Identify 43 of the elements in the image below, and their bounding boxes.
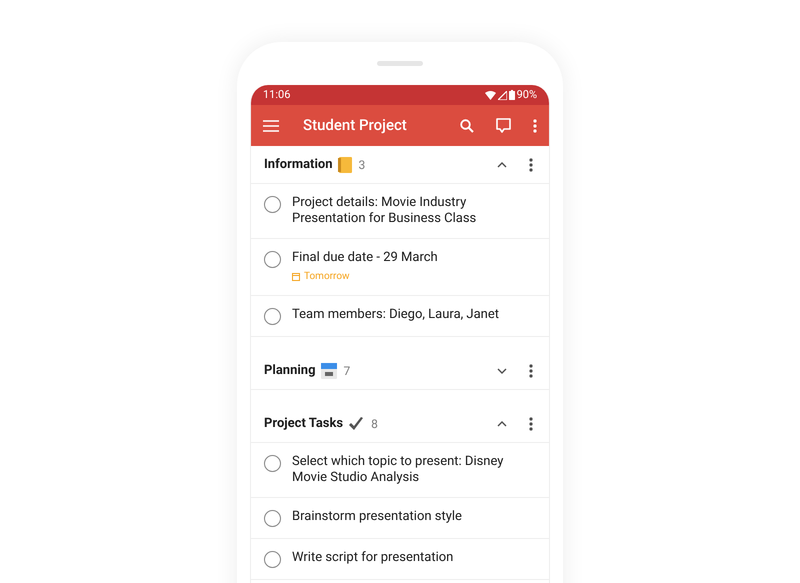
signal-icon xyxy=(498,90,507,100)
toolbar-title: Student Project xyxy=(303,115,408,136)
battery-icon xyxy=(508,90,515,100)
chevron-down-icon[interactable] xyxy=(497,368,507,374)
section-header[interactable]: Project Tasks 8 xyxy=(251,405,549,443)
task-checkbox[interactable] xyxy=(264,510,281,527)
task-title[interactable]: Write script for presentation xyxy=(292,550,454,566)
task-title[interactable]: Project details: Movie Industry Presentation for Business Class xyxy=(292,195,537,227)
task-title[interactable]: Final due date - 29 March xyxy=(292,250,438,266)
calendar-icon xyxy=(292,272,300,280)
menu-icon[interactable] xyxy=(263,120,279,132)
chevron-up-icon[interactable] xyxy=(497,162,507,168)
more-icon[interactable] xyxy=(529,416,533,430)
task-title[interactable]: Select which topic to present: Disney Movie Studio Analysis xyxy=(292,454,537,486)
notebook-icon xyxy=(338,156,352,172)
task-checkbox[interactable] xyxy=(264,251,281,268)
task-count: 8 xyxy=(371,416,379,432)
search-icon[interactable] xyxy=(460,118,474,132)
check-mark-icon xyxy=(348,416,364,432)
task-count: 7 xyxy=(344,362,352,380)
status-time: 11:06 xyxy=(263,86,290,103)
task-checkbox[interactable] xyxy=(264,455,281,472)
chevron-up-icon[interactable] xyxy=(497,420,507,426)
battery-level: 90% xyxy=(516,86,537,103)
task-title[interactable]: Brainstorm presentation style xyxy=(292,509,462,525)
more-icon[interactable] xyxy=(533,118,537,132)
more-icon[interactable] xyxy=(529,364,533,378)
section-title: Planning xyxy=(264,362,316,380)
task-checkbox[interactable] xyxy=(264,196,281,213)
section-title: Project Tasks xyxy=(264,414,344,433)
comment-icon[interactable] xyxy=(496,118,511,133)
section-header[interactable]: Planning 7 xyxy=(251,352,549,390)
more-icon[interactable] xyxy=(529,158,533,172)
task-checkbox[interactable] xyxy=(264,551,281,568)
calendar-icon xyxy=(320,362,337,378)
task-count: 3 xyxy=(358,156,366,174)
wifi-icon xyxy=(484,90,496,100)
section-header[interactable]: Information 3 xyxy=(251,146,549,184)
section-title: Information xyxy=(264,156,333,174)
task-title[interactable]: Team members: Diego, Laura, Janet xyxy=(292,307,499,323)
speaker-slot xyxy=(377,61,423,66)
due-date: Tomorrow xyxy=(292,269,438,284)
task-checkbox[interactable] xyxy=(264,308,281,325)
